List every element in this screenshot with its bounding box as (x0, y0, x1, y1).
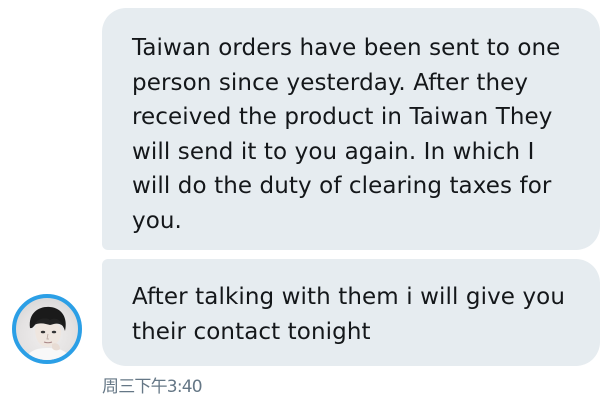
message-thread: Taiwan orders have been sent to one pers… (0, 0, 616, 404)
message-text: After talking with them i will give you … (132, 284, 566, 345)
avatar-photo-icon (26, 306, 70, 360)
message-text: Taiwan orders have been sent to one pers… (132, 35, 561, 234)
message-timestamp: 周三下午3:40 (102, 377, 203, 397)
message-bubble[interactable]: Taiwan orders have been sent to one pers… (102, 8, 600, 250)
message-bubble[interactable]: After talking with them i will give you … (102, 259, 600, 366)
sender-avatar[interactable] (12, 294, 82, 364)
